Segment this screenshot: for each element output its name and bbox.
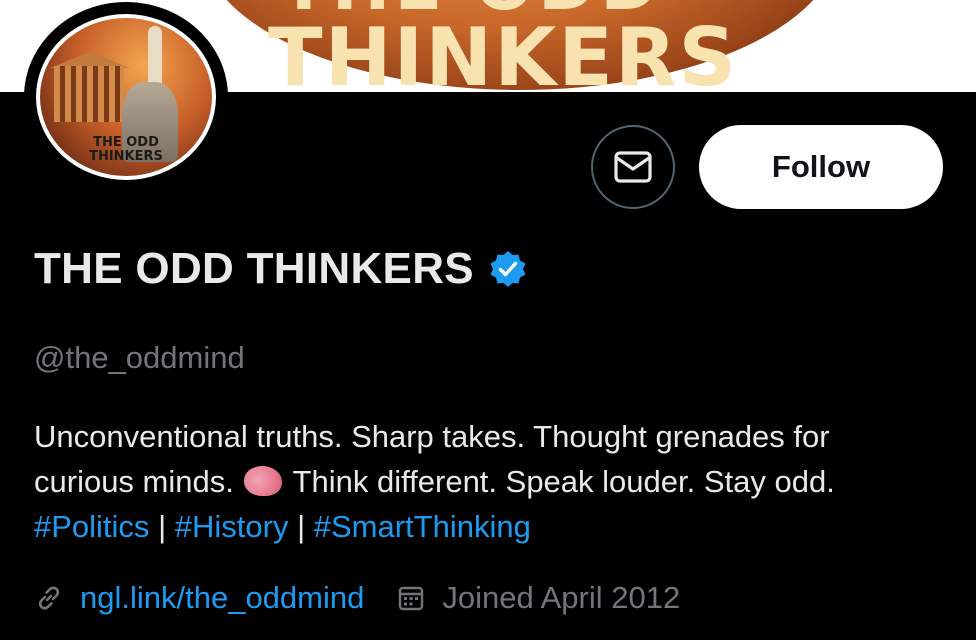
hashtag-politics[interactable]: #Politics [34,509,149,544]
hashtag-smartthinking[interactable]: #SmartThinking [314,509,531,544]
avatar-caption: THE ODD THINKERS [89,135,163,164]
follow-button[interactable]: Follow [699,125,943,209]
profile-avatar[interactable]: THE ODD THINKERS [24,2,228,192]
bio-line-1: Unconventional truths. Sharp takes. Thou… [34,419,830,454]
joined-date: Joined April 2012 [442,580,681,615]
bio-hashtags: #Politics | #History | #SmartThinking [34,509,531,544]
name-row: THE ODD THINKERS [34,244,528,294]
profile-link[interactable]: ngl.link/the_oddmind [80,580,364,616]
profile-meta: ngl.link/the_oddmind Joined April 2012 [34,580,680,616]
brain-emoji-icon [244,466,283,496]
avatar-image: THE ODD THINKERS [40,18,212,176]
bio-line-2: curious minds. Think different. Speak lo… [34,464,835,499]
link-icon [38,586,60,610]
user-handle: @the_oddmind [34,340,245,375]
display-name: THE ODD THINKERS [34,244,474,293]
message-button[interactable] [591,125,675,209]
verified-badge-icon[interactable] [488,249,528,289]
banner-title: THINKERS [268,11,739,93]
calendar-icon [399,586,424,611]
profile-bio: Unconventional truths. Sharp takes. Thou… [34,414,964,549]
hashtag-history[interactable]: #History [175,509,289,544]
mail-icon [614,151,652,183]
